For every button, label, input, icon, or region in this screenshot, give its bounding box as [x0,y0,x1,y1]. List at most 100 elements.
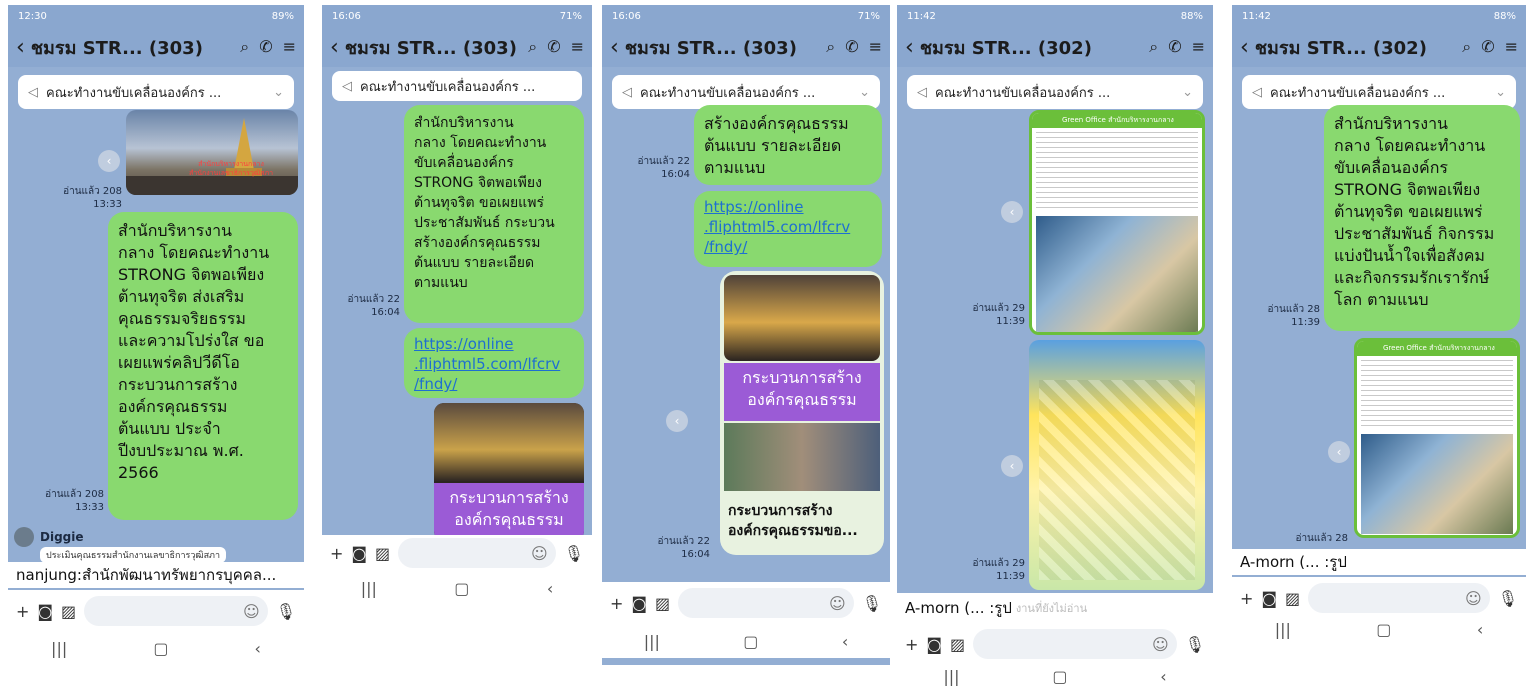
preview-strip[interactable]: A-morn (... :รูป งานที่ยังไม่อ่าน [897,593,1213,623]
photo-message[interactable]: สำนักบริหารงานกลาง สำนักงานเลขาธิการวุฒิ… [126,110,298,195]
plus-icon[interactable]: + [16,602,29,621]
phone-icon[interactable]: ✆ [1481,37,1494,57]
announcement-bar[interactable]: ◁ คณะทำงานขับเคลื่อนองค์กร ... [332,71,582,101]
message-input[interactable]: ☺ [678,588,854,618]
nav-recents-icon[interactable]: ||| [361,579,377,598]
announcement-bar[interactable]: ◁ คณะทำงานขับเคลื่อนองค์กร ... ⌄ [907,75,1203,109]
message-link[interactable]: https://online .fliphtml5.com/lfcrv /fnd… [704,197,872,257]
nav-back-icon[interactable]: ‹ [842,632,848,651]
share-icon[interactable]: ‹ [1328,441,1350,463]
activity-poster[interactable] [1029,340,1205,590]
plus-icon[interactable]: + [610,594,623,613]
plus-icon[interactable]: + [1240,589,1253,608]
nav-back-icon[interactable]: ‹ [1477,620,1483,639]
image-icon[interactable]: ▨ [950,635,965,654]
search-icon[interactable]: ⌕ [240,37,249,57]
image-icon[interactable]: ▨ [61,602,76,621]
image-icon[interactable]: ▨ [375,544,390,563]
chevron-down-icon[interactable]: ⌄ [1495,85,1506,100]
nav-back-icon[interactable]: ‹ [547,579,553,598]
nav-home-icon[interactable]: ▢ [454,579,469,598]
camera-icon[interactable]: ◙ [926,635,942,654]
poster-banner: กระบวนการสร้าง องค์กรคุณธรรม [434,483,584,541]
plus-icon[interactable]: + [905,635,918,654]
nav-back-icon[interactable]: ‹ [255,639,261,658]
preview-strip[interactable]: A-morn (... :รูป [1232,549,1526,575]
announcement-bar[interactable]: ◁ คณะทำงานขับเคลื่อนองค์กร ... ⌄ [18,75,294,109]
camera-icon[interactable]: ◙ [1261,589,1277,608]
message-bubble[interactable]: สร้างองค์กรคุณธรรม ต้นแบบ รายละเอียด ตาม… [694,105,882,185]
megaphone-icon: ◁ [917,84,927,100]
camera-icon[interactable]: ◙ [351,544,367,563]
plus-icon[interactable]: + [330,544,343,563]
back-icon[interactable]: ‹ [330,35,339,60]
link-bubble[interactable]: https://online .fliphtml5.com/lfcrv /fnd… [694,191,882,267]
message-bubble[interactable]: สำนักบริหารงาน กลาง โดยคณะทำงาน STRONG จ… [108,212,298,520]
phone-icon[interactable]: ✆ [259,37,272,57]
share-icon[interactable]: ‹ [1001,201,1023,223]
search-icon[interactable]: ⌕ [1149,37,1158,57]
phone-icon[interactable]: ✆ [845,37,858,57]
back-icon[interactable]: ‹ [905,35,914,60]
search-icon[interactable]: ⌕ [528,37,537,57]
green-office-poster[interactable]: Green Office สำนักบริหารงานกลาง [1029,110,1205,335]
message-bubble[interactable]: สำนักบริหารงาน กลาง โดยคณะทำงาน ขับเคลื่… [1324,105,1520,331]
status-bar: 16:06 71% [602,5,890,27]
mic-icon[interactable]: 🎙 [1498,589,1518,608]
back-icon[interactable]: ‹ [16,35,25,60]
camera-icon[interactable]: ◙ [631,594,647,613]
nav-home-icon[interactable]: ▢ [743,632,758,651]
nav-recents-icon[interactable]: ||| [644,632,660,651]
image-card[interactable]: กระบวนการสร้าง องค์กรคุณธรรม กระบวนการสร… [720,271,884,555]
nav-recents-icon[interactable]: ||| [1275,620,1291,639]
message-link[interactable]: https://online .fliphtml5.com/lfcrv /fnd… [414,334,574,394]
search-icon[interactable]: ⌕ [1462,37,1471,57]
message-input[interactable]: ☺ [84,596,268,626]
nav-back-icon[interactable]: ‹ [1160,667,1166,686]
back-icon[interactable]: ‹ [1240,35,1249,60]
mic-icon[interactable]: 🎙 [1185,635,1205,654]
image-icon[interactable]: ▨ [1285,589,1300,608]
menu-icon[interactable]: ≡ [869,37,882,57]
mic-icon[interactable]: 🎙 [276,602,296,621]
share-icon[interactable]: ‹ [1001,455,1023,477]
message-input[interactable]: ☺ [1308,583,1490,613]
preview-strip[interactable]: nanjung:สำนักพัฒนาทรัพยากรบุคคล... [8,562,304,588]
emoji-icon[interactable]: ☺ [1152,635,1169,654]
menu-icon[interactable]: ≡ [1192,37,1205,57]
message-bubble[interactable]: สำนักบริหารงาน กลาง โดยคณะทำงาน ขับเคลื่… [404,105,584,323]
message-input[interactable]: ☺ [973,629,1177,659]
menu-icon[interactable]: ≡ [1505,37,1518,57]
green-office-poster[interactable]: Green Office สำนักบริหารงานกลาง [1354,338,1520,538]
announcement-bar[interactable]: ◁ คณะทำงานขับเคลื่อนองค์กร ... ⌄ [1242,75,1516,109]
mic-icon[interactable]: 🎙 [862,594,882,613]
chevron-down-icon[interactable]: ⌄ [1182,85,1193,100]
emoji-icon[interactable]: ☺ [829,594,846,613]
emoji-icon[interactable]: ☺ [243,602,260,621]
share-icon[interactable]: ‹ [98,150,120,172]
message-input[interactable]: ☺ [398,538,556,568]
link-bubble[interactable]: https://online .fliphtml5.com/lfcrv /fnd… [404,328,584,398]
chevron-down-icon[interactable]: ⌄ [859,85,870,100]
search-icon[interactable]: ⌕ [826,37,835,57]
nav-recents-icon[interactable]: ||| [51,639,67,658]
camera-icon[interactable]: ◙ [37,602,53,621]
announcement-bar[interactable]: ◁ คณะทำงานขับเคลื่อนองค์กร ... ⌄ [612,75,880,109]
nav-home-icon[interactable]: ▢ [1376,620,1391,639]
image-message[interactable]: กระบวนการสร้าง องค์กรคุณธรรม [434,403,584,541]
menu-icon[interactable]: ≡ [571,37,584,57]
share-icon[interactable]: ‹ [666,410,688,432]
nav-home-icon[interactable]: ▢ [1052,667,1067,686]
chevron-down-icon[interactable]: ⌄ [273,85,284,100]
image-icon[interactable]: ▨ [655,594,670,613]
back-icon[interactable]: ‹ [610,35,619,60]
nav-home-icon[interactable]: ▢ [153,639,168,658]
emoji-icon[interactable]: ☺ [531,544,548,563]
phone-icon[interactable]: ✆ [547,37,560,57]
menu-icon[interactable]: ≡ [283,37,296,57]
mic-icon[interactable]: 🎙 [564,544,584,563]
phone-icon[interactable]: ✆ [1168,37,1181,57]
nav-recents-icon[interactable]: ||| [943,667,959,686]
avatar[interactable] [14,527,34,547]
emoji-icon[interactable]: ☺ [1465,589,1482,608]
